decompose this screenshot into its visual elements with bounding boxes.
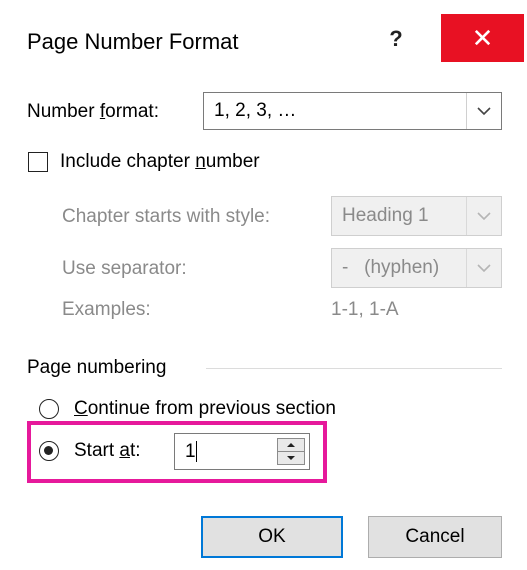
examples-value: 1-1, 1-A [331,299,399,320]
chapter-style-dropdown[interactable]: Heading 1 [331,196,502,236]
page-numbering-group-label: Page numbering [27,357,167,378]
close-button[interactable]: ✕ [441,14,524,62]
help-button[interactable]: ? [374,14,418,64]
chapter-style-label: Chapter starts with style: [62,206,271,227]
cancel-button[interactable]: Cancel [368,516,502,558]
chevron-down-icon[interactable] [466,197,501,235]
number-format-label: Number format: [27,101,159,122]
page-number-format-dialog: Page Number Format ? ✕ Number format: 1,… [0,0,527,570]
chapter-style-value: Heading 1 [342,205,429,226]
separator-dropdown[interactable]: - (hyphen) [331,248,502,288]
examples-label: Examples: [62,299,151,320]
chevron-down-icon[interactable] [466,93,501,129]
chevron-down-icon[interactable] [466,249,501,287]
start-at-spinner[interactable]: 1 [174,433,310,470]
separator-value: - (hyphen) [342,257,440,278]
radio-selected-dot [44,446,53,455]
group-divider [206,368,502,369]
start-at-value[interactable]: 1 [185,434,196,469]
text-caret [196,441,197,462]
spin-buttons[interactable] [277,438,305,465]
ok-button[interactable]: OK [201,516,343,558]
number-format-value: 1, 2, 3, … [214,100,297,121]
start-at-radio[interactable] [39,441,59,461]
close-icon: ✕ [471,23,494,53]
continue-from-previous-radio[interactable] [39,399,59,419]
start-at-label[interactable]: Start at: [74,440,141,462]
include-chapter-number-checkbox[interactable] [28,152,48,172]
dialog-title: Page Number Format [27,29,239,54]
include-chapter-number-label[interactable]: Include chapter number [60,151,260,173]
triangle-up-icon[interactable] [278,439,304,452]
separator-label: Use separator: [62,258,187,279]
number-format-dropdown[interactable]: 1, 2, 3, … [203,92,502,130]
continue-from-previous-label[interactable]: Continue from previous section [74,398,336,420]
triangle-down-icon[interactable] [278,452,304,465]
title-bar[interactable]: Page Number Format ? ✕ [0,0,527,78]
